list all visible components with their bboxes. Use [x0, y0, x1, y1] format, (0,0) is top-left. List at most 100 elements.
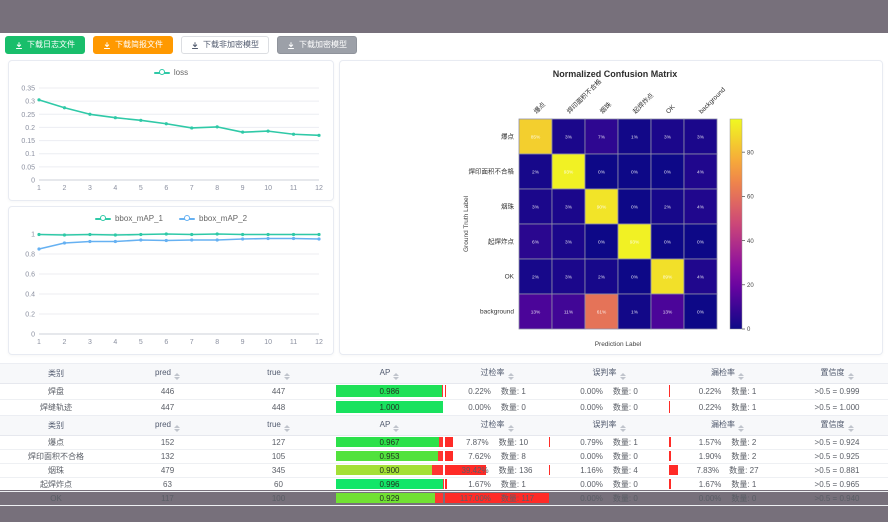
rate-cell: 0.00%数量: 0: [549, 400, 669, 416]
svg-text:1: 1: [31, 232, 35, 239]
legend-label: bbox_mAP_1: [115, 214, 163, 223]
pred-count: 152: [112, 436, 223, 450]
legend-item-bbox-map-1[interactable]: bbox_mAP_1: [95, 214, 163, 223]
line-marker-icon: [95, 218, 111, 220]
svg-text:OK: OK: [665, 103, 677, 115]
svg-text:4: 4: [113, 185, 117, 192]
column-header[interactable]: 过检率: [445, 364, 549, 384]
svg-text:0%: 0%: [631, 204, 639, 210]
column-header[interactable]: pred: [112, 416, 223, 436]
column-header[interactable]: AP: [334, 364, 445, 384]
confidence-cell: >0.5 = 0.924: [786, 436, 888, 450]
line-marker-icon: [179, 218, 195, 220]
svg-text:0.6: 0.6: [25, 272, 35, 279]
svg-text:0%: 0%: [664, 239, 672, 245]
svg-text:12: 12: [315, 185, 323, 192]
column-header[interactable]: 过检率: [445, 416, 549, 436]
svg-text:93%: 93%: [564, 169, 574, 175]
svg-text:0.8: 0.8: [25, 252, 35, 259]
metrics-table-classes: 类别predtrueAP过检率误判率漏检率置信度爆点1521270.9677.8…: [0, 415, 888, 506]
pred-count: 447: [112, 400, 223, 416]
svg-text:3%: 3%: [565, 274, 573, 280]
column-header[interactable]: true: [223, 364, 334, 384]
metrics-table-global: 类别predtrueAP过检率误判率漏检率置信度焊盘4464470.9860.2…: [0, 363, 888, 416]
button-label: 下载日志文件: [27, 41, 75, 49]
column-header[interactable]: AP: [334, 416, 445, 436]
download-icon: [191, 41, 199, 50]
svg-text:3%: 3%: [565, 239, 573, 245]
column-header[interactable]: 置信度: [786, 416, 888, 436]
svg-text:1%: 1%: [631, 134, 639, 140]
column-header[interactable]: 误判率: [549, 416, 669, 436]
svg-text:40: 40: [747, 239, 754, 245]
download-encrypted-model-button[interactable]: 下载加密模型: [277, 36, 357, 54]
sort-caret-icon: [848, 373, 854, 380]
svg-text:2%: 2%: [664, 204, 672, 210]
legend-item-bbox-map-2[interactable]: bbox_mAP_2: [179, 214, 247, 223]
svg-text:烟珠: 烟珠: [598, 100, 614, 116]
class-label: 焊印面积不合格: [0, 450, 112, 464]
download-icon: [15, 41, 23, 50]
svg-text:20: 20: [747, 283, 754, 289]
rate-cell: 1.67%数量: 1: [445, 478, 549, 492]
download-icon: [287, 41, 295, 50]
svg-text:爆点: 爆点: [501, 132, 515, 141]
download-report-button[interactable]: 下载简报文件: [93, 36, 173, 54]
svg-text:89%: 89%: [663, 274, 673, 280]
column-header[interactable]: 漏检率: [669, 416, 786, 436]
svg-text:焊印面积不合格: 焊印面积不合格: [469, 167, 515, 176]
rate-cell: 7.83%数量: 27: [669, 464, 786, 478]
svg-text:0%: 0%: [664, 169, 672, 175]
svg-text:2%: 2%: [532, 169, 540, 175]
column-header[interactable]: true: [223, 416, 334, 436]
sort-caret-icon: [738, 425, 744, 432]
class-label: 焊缝轨迹: [0, 400, 112, 416]
svg-text:2: 2: [63, 339, 67, 346]
table-row: 焊缝轨迹4474481.0000.00%数量: 00.00%数量: 00.22%…: [0, 400, 888, 416]
column-header[interactable]: 漏检率: [669, 364, 786, 384]
legend-label: loss: [174, 68, 188, 77]
rate-cell: 0.00%数量: 0: [549, 492, 669, 506]
column-header[interactable]: 误判率: [549, 364, 669, 384]
rate-cell: 0.22%数量: 1: [669, 400, 786, 416]
ap-cell: 0.986: [334, 384, 445, 400]
download-log-button[interactable]: 下载日志文件: [5, 36, 85, 54]
sort-caret-icon: [738, 373, 744, 380]
ap-cell: 0.967: [334, 436, 445, 450]
ap-cell: 0.929: [334, 492, 445, 506]
toolbar: 下载日志文件 下载简报文件 下载非加密模型 下载加密模型: [5, 36, 357, 54]
rate-cell: 0.22%数量: 1: [445, 384, 549, 400]
column-header[interactable]: pred: [112, 364, 223, 384]
map-line-chart: 00.20.40.60.81123456789101112: [9, 226, 331, 350]
rate-cell: 0.00%数量: 0: [549, 478, 669, 492]
sort-caret-icon: [393, 373, 399, 380]
svg-text:0.2: 0.2: [25, 312, 35, 319]
svg-text:6: 6: [164, 339, 168, 346]
button-label: 下载简报文件: [115, 41, 163, 49]
legend-item-loss[interactable]: loss: [154, 68, 188, 77]
rate-cell: 0.22%数量: 1: [669, 384, 786, 400]
svg-text:1: 1: [37, 339, 41, 346]
svg-text:焊印面积不合格: 焊印面积不合格: [565, 77, 604, 116]
map-chart-legend: bbox_mAP_1 bbox_mAP_2: [9, 211, 333, 226]
download-plain-model-button[interactable]: 下载非加密模型: [181, 36, 269, 54]
svg-text:93%: 93%: [630, 239, 640, 245]
download-icon: [103, 41, 111, 50]
svg-text:2%: 2%: [532, 274, 540, 280]
rate-cell: 7.87%数量: 10: [445, 436, 549, 450]
svg-text:3%: 3%: [565, 134, 573, 140]
svg-text:0.15: 0.15: [21, 138, 35, 145]
svg-text:7: 7: [190, 185, 194, 192]
ap-cell: 1.000: [334, 400, 445, 416]
svg-text:起焊炸点: 起焊炸点: [488, 237, 515, 246]
svg-text:11: 11: [290, 185, 297, 192]
column-header[interactable]: 置信度: [786, 364, 888, 384]
svg-text:0%: 0%: [631, 274, 639, 280]
svg-text:85%: 85%: [531, 134, 541, 140]
svg-text:2%: 2%: [598, 274, 606, 280]
pred-count: 63: [112, 478, 223, 492]
svg-text:0: 0: [31, 178, 35, 185]
confidence-cell: >0.5 = 0.881: [786, 464, 888, 478]
table-row: 焊印面积不合格1321050.9537.62%数量: 80.00%数量: 01.…: [0, 450, 888, 464]
loss-line-chart: 00.050.10.150.20.250.30.3512345678910111…: [9, 80, 331, 196]
